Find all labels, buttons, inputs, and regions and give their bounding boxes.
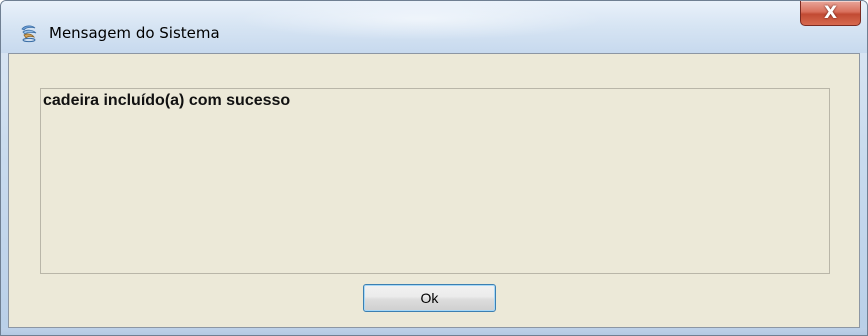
message-dialog-window: Mensagem do Sistema X cadeira incluído(a… (0, 0, 868, 336)
message-panel: cadeira incluído(a) com sucesso (40, 88, 830, 274)
close-button[interactable]: X (800, 1, 861, 26)
window-bottom-frame (1, 328, 867, 335)
java-app-icon (21, 25, 37, 43)
window-title: Mensagem do Sistema (49, 24, 220, 42)
message-text: cadeira incluído(a) com sucesso (43, 92, 291, 109)
ok-button[interactable]: Ok (363, 284, 496, 312)
dialog-content: cadeira incluído(a) com sucesso Ok (8, 53, 860, 328)
close-icon: X (823, 3, 838, 23)
title-bar[interactable]: Mensagem do Sistema X (1, 1, 867, 53)
